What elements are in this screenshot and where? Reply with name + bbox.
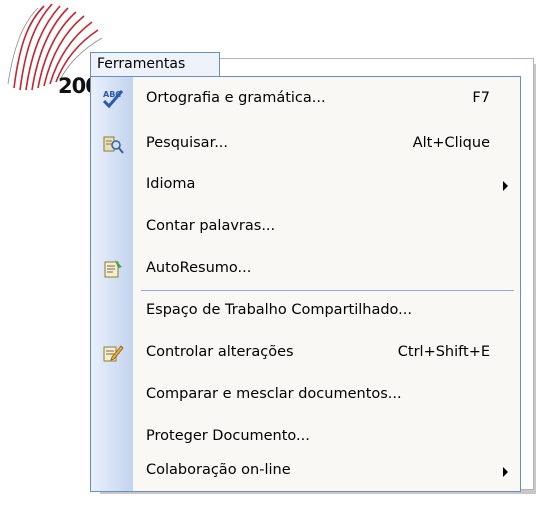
menu-bar-tools[interactable]: Ferramentas [90,52,220,76]
menu-item-shared-workspace[interactable]: Espaço de Trabalho Compartilhado... [91,295,520,329]
spellcheck-icon: ABC [102,90,124,109]
menu-item-label: Proteger Documento... [146,428,310,444]
submenu-arrow-icon [503,181,508,191]
menu-item-spelling-grammar[interactable]: ABC Ortografia e gramática... F7 [91,83,520,117]
menu-item-protect-document[interactable]: Proteger Documento... [91,421,520,455]
menu-item-research[interactable]: Pesquisar... Alt+Clique [91,128,520,162]
menu-item-shortcut: Ctrl+Shift+E [397,344,490,360]
menu-item-label: Espaço de Trabalho Compartilhado... [146,302,412,318]
menu-item-track-changes[interactable]: Controlar alterações Ctrl+Shift+E [91,337,520,371]
research-icon [103,136,124,154]
autosummary-icon [104,260,122,278]
menu-item-autosummarize[interactable]: AutoResumo... [91,253,520,287]
menu-item-label: AutoResumo... [146,260,252,276]
menu-item-label: Contar palavras... [146,218,276,234]
menu-item-label: Idioma [146,176,196,192]
menu-item-label: Controlar alterações [146,344,294,360]
menu-item-online-collaboration[interactable]: Colaboração on-line [91,455,520,489]
menu-item-shortcut: F7 [472,90,490,106]
track-changes-icon [103,345,124,362]
tools-dropdown-menu: ABC Ortografia e gramática... F7 Pesquis… [90,76,521,492]
menu-bar-tools-label: Ferramentas [97,56,186,72]
menu-item-label: Colaboração on-line [146,462,291,478]
submenu-arrow-icon [503,467,508,477]
menu-item-word-count[interactable]: Contar palavras... [91,211,520,245]
menu-separator [141,290,514,291]
menu-item-compare-merge[interactable]: Comparar e mesclar documentos... [91,379,520,413]
menu-item-label: Pesquisar... [146,135,229,151]
svg-text:ABC: ABC [103,90,121,99]
menu-item-shortcut: Alt+Clique [412,135,490,151]
menu-item-label: Ortografia e gramática... [146,90,326,106]
menu-item-language[interactable]: Idioma [91,169,520,203]
menu-item-label: Comparar e mesclar documentos... [146,386,402,402]
